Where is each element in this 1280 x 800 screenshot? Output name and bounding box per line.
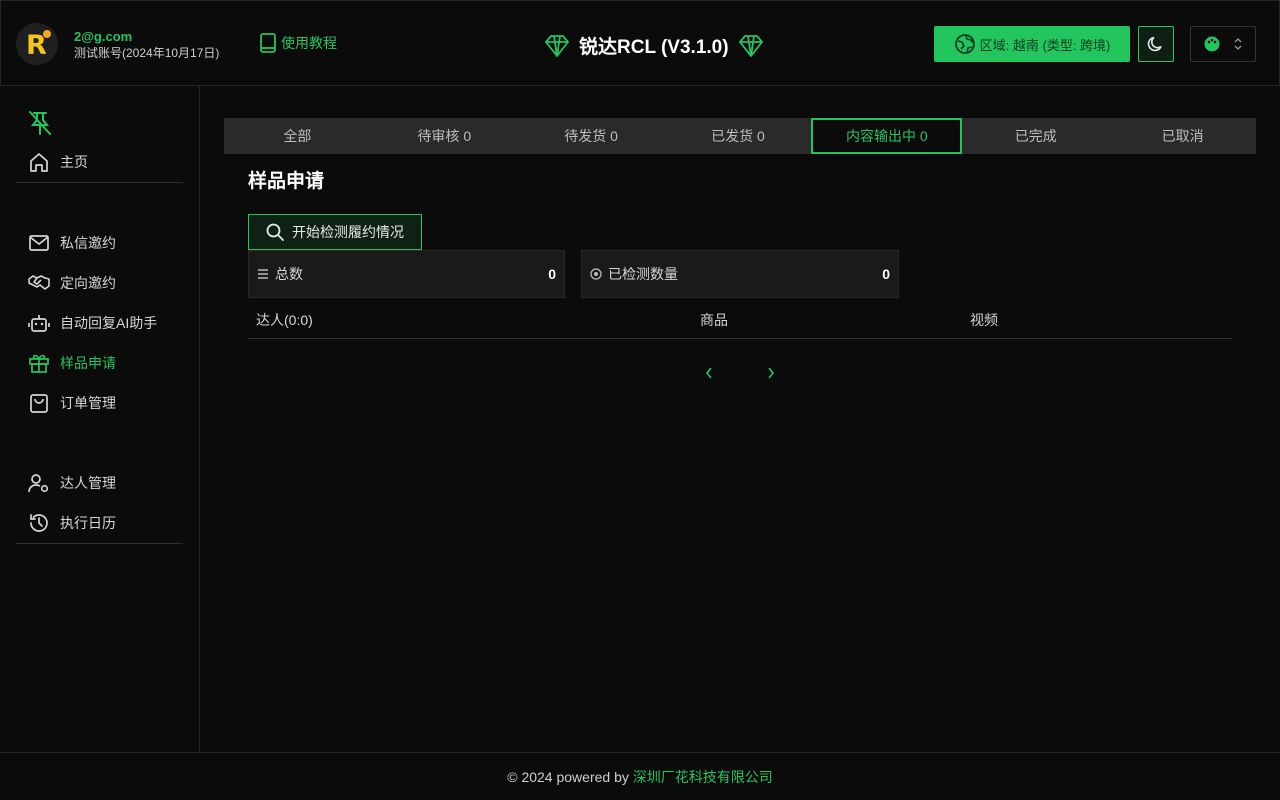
- sidebar-item-label: 定向邀约: [60, 275, 116, 291]
- globe-icon: [954, 34, 975, 54]
- pagination-next[interactable]: [764, 364, 778, 385]
- gift-icon: [29, 354, 49, 373]
- footer-company-link[interactable]: 深圳厂花科技有限公司: [633, 767, 773, 787]
- status-tabs: 全部 待审核 0 待发货 0 已发货 0 内容输出中 0 已完成 已取消: [224, 118, 1256, 154]
- shopping-bag-icon: [30, 394, 48, 413]
- stat-label: 总数: [275, 266, 303, 282]
- sidebar-item-label: 订单管理: [60, 395, 116, 411]
- pin-off-icon: [29, 111, 51, 135]
- mail-icon: [29, 235, 49, 251]
- sidebar-divider: [16, 543, 183, 544]
- column-header-video: 视频: [970, 312, 998, 328]
- sidebar-item-ai-assistant[interactable]: 自动回复AI助手: [28, 311, 157, 335]
- tab-all[interactable]: 全部: [224, 118, 371, 154]
- sidebar-item-influencers[interactable]: 达人管理: [28, 471, 116, 495]
- footer: © 2024 powered by 深圳厂花科技有限公司: [0, 752, 1280, 800]
- chevron-left-icon: [705, 367, 712, 379]
- sidebar-item-targeted[interactable]: 定向邀约: [28, 271, 116, 295]
- sidebar-item-label: 私信邀约: [60, 235, 116, 251]
- tab-cancelled[interactable]: 已取消: [1109, 118, 1256, 154]
- sidebar-item-label: 自动回复AI助手: [60, 315, 158, 331]
- stat-checked: 已检测数量 0: [581, 250, 899, 298]
- user-gear-icon: [28, 474, 49, 493]
- user-email: 2@g.com: [74, 29, 133, 44]
- home-icon: [30, 153, 48, 172]
- moon-icon: [1147, 36, 1162, 52]
- chevron-updown-icon: [1234, 38, 1242, 50]
- app-title: 锐达RCL (V3.1.0): [579, 37, 729, 58]
- table-header: 达人(0:0) 商品 视频: [248, 298, 1232, 339]
- check-fulfillment-button[interactable]: 开始检测履约情况: [248, 214, 422, 250]
- theme-toggle-button[interactable]: [1138, 26, 1174, 62]
- column-header-product: 商品: [700, 312, 728, 328]
- page-title: 样品申请: [248, 171, 325, 192]
- tab-shipped[interactable]: 已发货 0: [665, 118, 812, 154]
- account-label: 测试账号(2024年10月17日): [74, 46, 220, 60]
- stat-value: 0: [882, 266, 890, 282]
- footer-copyright: © 2024 powered by: [507, 768, 633, 785]
- tab-pending-review[interactable]: 待审核 0: [371, 118, 518, 154]
- user-info: 2@g.com 测试账号(2024年10月17日): [74, 28, 219, 62]
- chevron-right-icon: [768, 367, 775, 379]
- search-icon: [266, 223, 284, 241]
- handshake-icon: [28, 275, 50, 290]
- palette-select[interactable]: [1190, 26, 1256, 62]
- unpin-button[interactable]: [28, 110, 52, 139]
- check-button-label: 开始检测履约情况: [292, 224, 404, 240]
- target-icon: [590, 268, 602, 280]
- sidebar-item-samples[interactable]: 样品申请: [28, 351, 116, 375]
- tutorial-link[interactable]: 使用教程: [259, 33, 337, 53]
- history-icon: [30, 514, 48, 532]
- sidebar: 主页 私信邀约 定向邀约 自动回复AI助手 样品申请 订单管理 达人管理 执行日…: [0, 86, 200, 752]
- diamond-icon: [738, 34, 763, 57]
- sidebar-item-messages[interactable]: 私信邀约: [28, 231, 116, 255]
- stat-total: 总数 0: [248, 250, 565, 298]
- sidebar-item-label: 达人管理: [60, 475, 116, 491]
- sidebar-divider: [16, 182, 183, 183]
- sidebar-item-label: 样品申请: [60, 355, 116, 371]
- stat-value: 0: [548, 266, 556, 282]
- stat-label: 已检测数量: [608, 266, 678, 282]
- palette-icon: [1204, 36, 1220, 52]
- tutorial-label: 使用教程: [281, 35, 337, 51]
- sidebar-item-label: 执行日历: [60, 515, 116, 531]
- app-root: R 2@g.com 测试账号(2024年10月17日) 使用教程 锐达RCL (…: [0, 0, 1280, 800]
- sidebar-item-orders[interactable]: 订单管理: [28, 391, 116, 415]
- sidebar-item-calendar[interactable]: 执行日历: [28, 511, 116, 535]
- logo-icon: R: [17, 24, 57, 64]
- robot-icon: [28, 315, 50, 332]
- app-logo: R: [16, 23, 58, 65]
- top-header: R 2@g.com 测试账号(2024年10月17日) 使用教程 锐达RCL (…: [0, 0, 1280, 86]
- sidebar-item-label: 主页: [60, 154, 88, 170]
- book-icon: [260, 33, 276, 53]
- pagination-prev[interactable]: [702, 364, 716, 385]
- list-icon: [258, 269, 268, 279]
- title-group: 锐达RCL (V3.1.0): [545, 32, 763, 59]
- sidebar-item-home[interactable]: 主页: [28, 150, 88, 174]
- region-button[interactable]: 区域: 越南 (类型: 跨境): [934, 26, 1130, 62]
- column-header-influencer: 达人(0:0): [256, 312, 313, 328]
- region-label: 区域: 越南 (类型: 跨境): [979, 37, 1111, 53]
- tab-pending-shipment[interactable]: 待发货 0: [518, 118, 665, 154]
- diamond-icon: [545, 34, 569, 57]
- tab-content-output[interactable]: 内容输出中 0: [811, 118, 963, 154]
- tab-completed[interactable]: 已完成: [962, 118, 1109, 154]
